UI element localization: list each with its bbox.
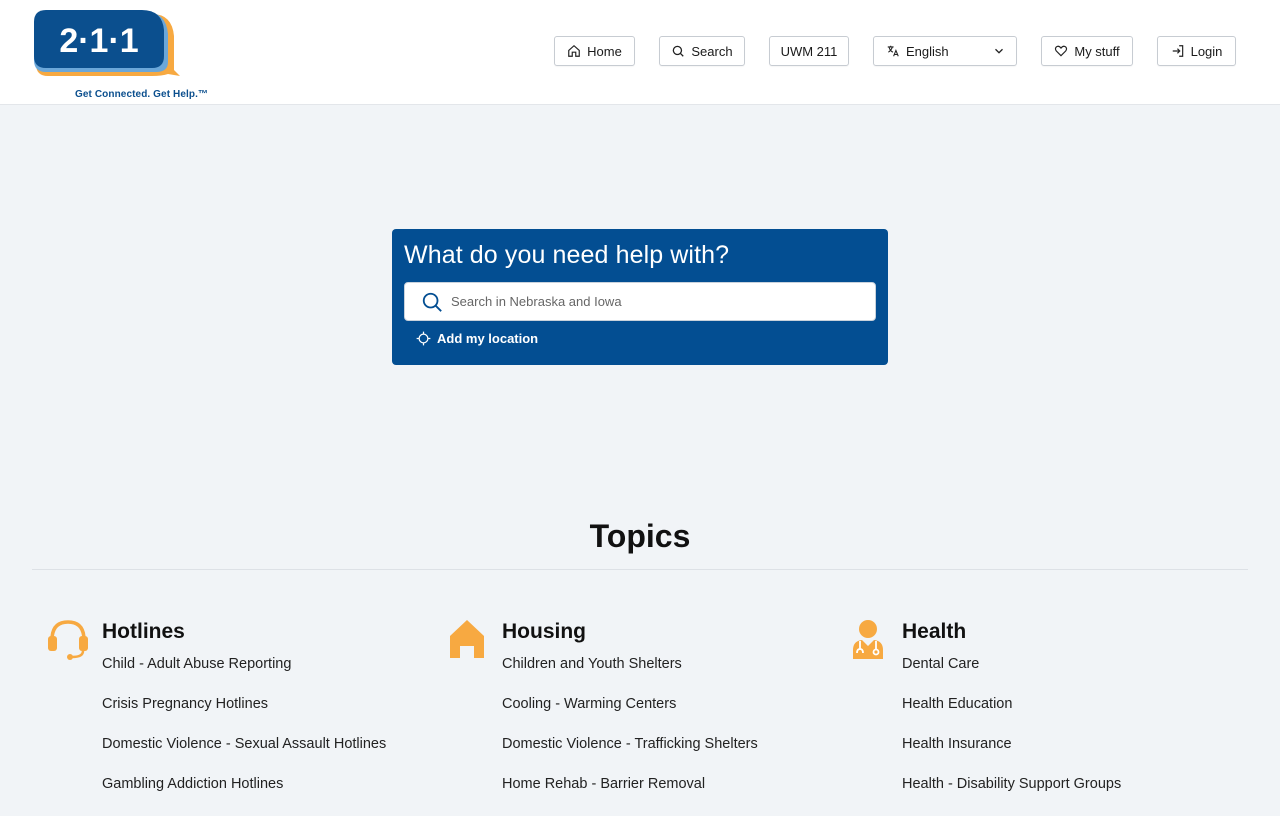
topic-name[interactable]: Hotlines [102,620,185,644]
topic-link[interactable]: Health Insurance [902,736,1232,776]
topic-link[interactable]: Health - Disability Support Groups [902,776,1232,816]
topic-list: Children and Youth Shelters Cooling - Wa… [502,656,832,816]
topic-link[interactable]: Home Rehab - Barrier Removal [502,776,832,816]
topics-title: Topics [589,518,691,554]
home-icon [568,44,580,57]
topic-list: Dental Care Health Education Health Insu… [902,656,1232,816]
logo-icon: 2·1·1 [34,10,180,76]
svg-text:2·1·1: 2·1·1 [59,22,138,60]
search-box[interactable] [404,282,876,321]
topic-link[interactable]: Children and Youth Shelters [502,656,832,696]
search-panel: What do you need help with? Add my locat… [392,229,888,365]
doctor-icon [853,620,883,659]
translate-icon [887,45,899,57]
topic-link[interactable]: Domestic Violence - Trafficking Shelters [502,736,832,776]
house-icon [450,620,484,658]
language-selected: English [906,43,949,59]
logo-tagline: Get Connected. Get Help.™ [75,89,209,100]
chevron-down-icon [995,48,1003,54]
divider [32,569,1248,570]
search-button[interactable]: Search [659,36,745,66]
topic-link[interactable]: Gambling Addiction Hotlines [102,776,432,816]
topic-link[interactable]: Cooling - Warming Centers [502,696,832,736]
topic-name[interactable]: Housing [502,620,586,644]
topic-link[interactable]: Domestic Violence - Sexual Assault Hotli… [102,736,432,776]
topic-list: Child - Adult Abuse Reporting Crisis Pre… [102,656,432,816]
login-button[interactable]: Login [1157,36,1236,66]
heart-icon [1055,45,1068,57]
location-target-icon [416,331,431,346]
topic-link[interactable]: Health Education [902,696,1232,736]
site-header: 2·1·1 Get Connected. Get Help.™ Home Sea… [0,0,1280,105]
add-location-button[interactable]: Add my location [416,331,538,346]
search-icon [673,45,685,57]
search-icon [422,292,442,312]
topic-link[interactable]: Child - Adult Abuse Reporting [102,656,432,696]
uwm-211-button[interactable]: UWM 211 [769,36,849,66]
my-stuff-label: My stuff [1074,43,1120,59]
login-icon [1172,45,1183,57]
home-button-label: Home [587,43,622,59]
logo[interactable]: 2·1·1 Get Connected. Get Help.™ [34,10,208,100]
search-input[interactable] [449,293,853,310]
language-select[interactable]: English [873,36,1017,66]
login-label: Login [1190,43,1223,59]
my-stuff-button[interactable]: My stuff [1041,36,1133,66]
topic-link[interactable]: Crisis Pregnancy Hotlines [102,696,432,736]
uwm-211-label: UWM 211 [780,43,838,59]
headset-icon [48,620,88,660]
topic-name[interactable]: Health [902,620,966,644]
add-location-label: Add my location [437,331,539,346]
home-button[interactable]: Home [554,36,635,66]
search-button-label: Search [691,43,733,59]
topic-link[interactable]: Dental Care [902,656,1232,696]
search-heading: What do you need help with? [404,241,730,269]
